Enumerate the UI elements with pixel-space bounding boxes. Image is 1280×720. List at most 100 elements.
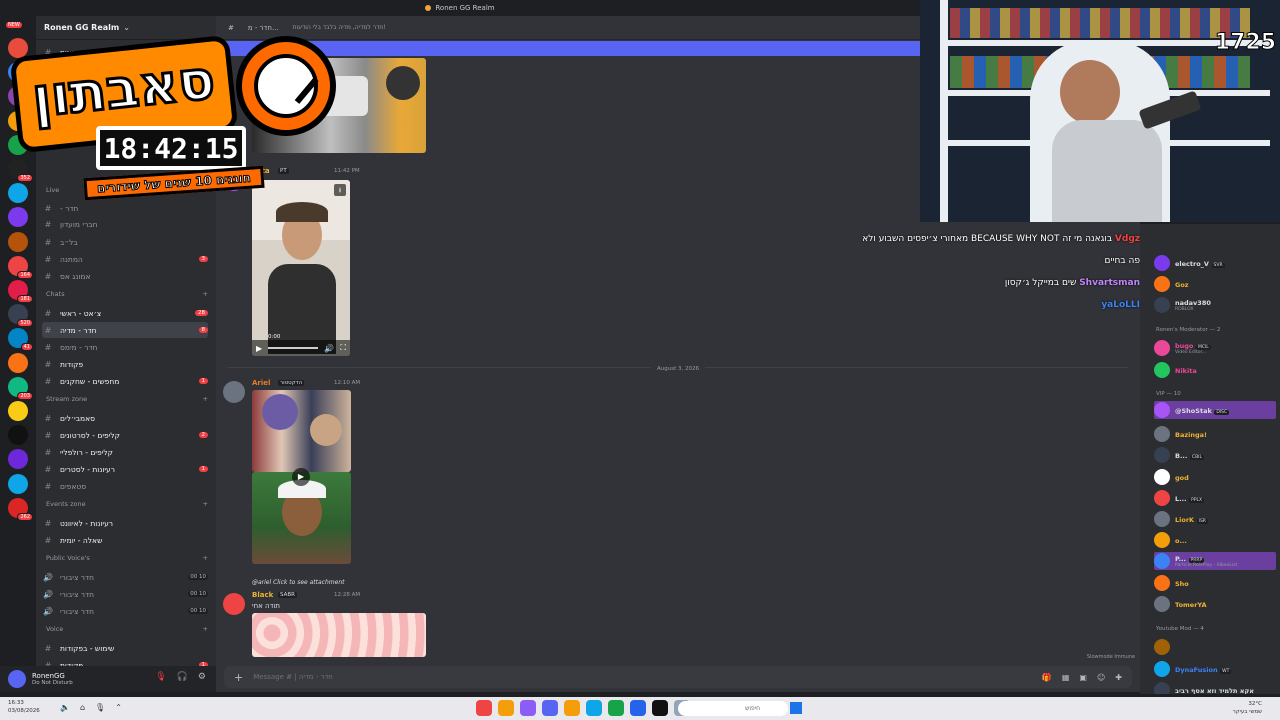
play-icon[interactable]: ▶ — [256, 344, 262, 353]
server-icon[interactable] — [8, 401, 28, 421]
deafen-icon[interactable]: 🎧 — [177, 672, 188, 682]
channel-item[interactable]: # פקודות — [42, 356, 208, 372]
server-icon[interactable] — [8, 473, 28, 494]
chevron-up-icon[interactable]: ⌃ — [115, 703, 122, 712]
member-item[interactable]: Sho — [1154, 574, 1276, 592]
avatar[interactable] — [223, 593, 245, 615]
channel-item[interactable]: # שאלה - יומית — [42, 532, 208, 548]
channel-item[interactable]: # בל״ב — [42, 234, 208, 250]
member-item[interactable] — [1154, 638, 1276, 656]
channel-item[interactable]: # רעיונות - לאיוונט — [42, 515, 208, 531]
taskbar-app-icon[interactable] — [652, 700, 668, 716]
channel-item[interactable]: 🔊 חדר ציבורי 00 10 — [42, 603, 208, 619]
video-progress[interactable] — [268, 347, 319, 349]
add-channel-icon[interactable]: + — [203, 625, 208, 633]
volume-icon[interactable]: 🔊 — [324, 344, 334, 353]
message-author[interactable]: Ariel — [252, 379, 270, 387]
add-attachment-icon[interactable]: + — [234, 671, 243, 684]
channel-item[interactable]: # קליפים - רולפליי — [42, 444, 208, 460]
fullscreen-icon[interactable]: ⛶ — [340, 343, 346, 353]
add-channel-icon[interactable]: + — [203, 554, 208, 562]
member-item[interactable]: P... PRRP Particle RolePlay - AlbeeList — [1154, 552, 1276, 570]
channel-item[interactable]: # חברי מועדון — [42, 216, 208, 232]
member-item[interactable]: Nikita — [1154, 361, 1276, 379]
channel-item[interactable]: # חדר - מימס — [42, 339, 208, 355]
member-item[interactable]: bugo MCIL Video Editor... — [1154, 339, 1276, 357]
member-item[interactable]: L... PPLX — [1154, 489, 1276, 507]
message-composer[interactable]: + Message # | חדר - מדיה 🎁 ▦ ▣ ☺ ✚ — [224, 666, 1132, 688]
taskbar-app-icon[interactable] — [630, 700, 646, 716]
taskbar-app-icon[interactable] — [520, 700, 536, 716]
meme-image-top[interactable] — [252, 390, 351, 472]
channel-category[interactable]: Public Voice's + — [46, 552, 208, 564]
channel-item[interactable]: # סאמבי׳לים — [42, 410, 208, 426]
channel-item[interactable]: 🔊 חדר ציבורי 00 10 — [42, 586, 208, 602]
apps-icon[interactable]: ✚ — [1115, 673, 1122, 682]
member-item[interactable]: Bazinga! — [1154, 425, 1276, 443]
member-item[interactable]: god — [1154, 468, 1276, 486]
member-item[interactable]: אקא תלמיד וזא אסף רביב — [1154, 681, 1276, 694]
channel-item[interactable]: # קליפים - לסרטונים 2 — [42, 427, 208, 443]
server-icon[interactable] — [8, 231, 28, 252]
channel-item[interactable]: # חדר - מדיה 8 — [42, 322, 208, 338]
sticker-icon[interactable]: ▣ — [1079, 673, 1087, 682]
channel-category[interactable]: Voice + — [46, 623, 208, 635]
channel-category[interactable]: Chats + — [46, 288, 208, 300]
message-input[interactable]: Message # | חדר - מדיה — [253, 673, 1032, 681]
server-icon[interactable] — [8, 352, 28, 373]
taskbar-app-icon[interactable] — [498, 700, 514, 716]
reply-preview[interactable]: @ariel Click to see attachment — [252, 579, 344, 586]
taskbar-app-icon[interactable] — [608, 700, 624, 716]
gear-icon[interactable]: ⚙ — [198, 672, 206, 682]
server-icon[interactable] — [8, 207, 28, 228]
video-player[interactable]: ⭳ 0:00 ▶ 🔊 ⛶ — [252, 180, 350, 356]
member-item[interactable]: DynaFusion WT — [1154, 660, 1276, 678]
channel-item[interactable]: # רעיונות - לסטרים 1 — [42, 461, 208, 477]
hearts-image[interactable] — [252, 613, 426, 657]
avatar[interactable] — [8, 670, 26, 688]
channel-item[interactable]: # פקודות 1 — [42, 657, 208, 666]
download-icon[interactable]: ⭳ — [334, 184, 346, 196]
taskbar-search[interactable]: חיפוש — [678, 701, 788, 716]
server-icon[interactable]: 181 — [8, 280, 33, 303]
taskbar-app-icon[interactable] — [542, 700, 558, 716]
channel-category[interactable]: Events zone + — [46, 498, 208, 510]
member-item[interactable]: @ShoStak DISC — [1154, 401, 1276, 419]
message-author[interactable]: Black — [252, 591, 273, 599]
server-icon[interactable]: 203 — [8, 376, 33, 400]
add-channel-icon[interactable]: + — [203, 500, 208, 508]
taskbar-app-icon[interactable] — [476, 700, 492, 716]
server-icon[interactable] — [8, 425, 28, 446]
member-item[interactable]: B... CBIL — [1154, 446, 1276, 464]
channel-item[interactable]: # אמונג אס — [42, 268, 208, 284]
taskbar-app-icon[interactable] — [586, 700, 602, 716]
avatar[interactable] — [223, 381, 245, 403]
member-item[interactable]: TomerYA — [1154, 595, 1276, 613]
gif-icon[interactable]: ▦ — [1062, 673, 1070, 682]
play-button-icon[interactable]: ▶ — [292, 468, 310, 486]
member-item[interactable]: LiorK ISR — [1154, 510, 1276, 528]
network-icon[interactable]: ⌂ — [80, 703, 85, 712]
mute-icon[interactable]: 🎙 — [155, 672, 166, 682]
channel-item[interactable]: # המתנה 3 — [42, 251, 208, 267]
channel-category[interactable]: Stream zone + — [46, 393, 208, 405]
server-icon[interactable]: 41 — [8, 328, 33, 352]
volume-tray-icon[interactable]: 🔈 — [60, 703, 70, 712]
server-icon[interactable]: 520 — [8, 304, 33, 328]
member-item[interactable]: o... — [1154, 531, 1276, 549]
server-icon[interactable]: 164 — [8, 255, 33, 279]
channel-item[interactable]: # סטאפים — [42, 478, 208, 494]
channel-item[interactable]: 🔊 חדר ציבורי 00 10 — [42, 569, 208, 585]
channel-item[interactable]: # מחפשים - שחקנים 1 — [42, 373, 208, 389]
member-item[interactable]: electro_V SVR — [1154, 254, 1276, 272]
server-icon[interactable]: 262 — [8, 497, 33, 521]
emoji-icon[interactable]: ☺ — [1097, 673, 1105, 682]
server-icon[interactable] — [8, 449, 28, 470]
add-channel-icon[interactable]: + — [203, 395, 208, 403]
add-channel-icon[interactable]: + — [203, 290, 208, 298]
member-item[interactable]: nadav380 ROBLOX — [1154, 296, 1276, 314]
windows-start-icon[interactable] — [790, 702, 802, 714]
channel-item[interactable]: # שימוש - בפקודות — [42, 640, 208, 656]
gift-icon[interactable]: 🎁 — [1042, 673, 1052, 682]
taskbar-app-icon[interactable] — [564, 700, 580, 716]
